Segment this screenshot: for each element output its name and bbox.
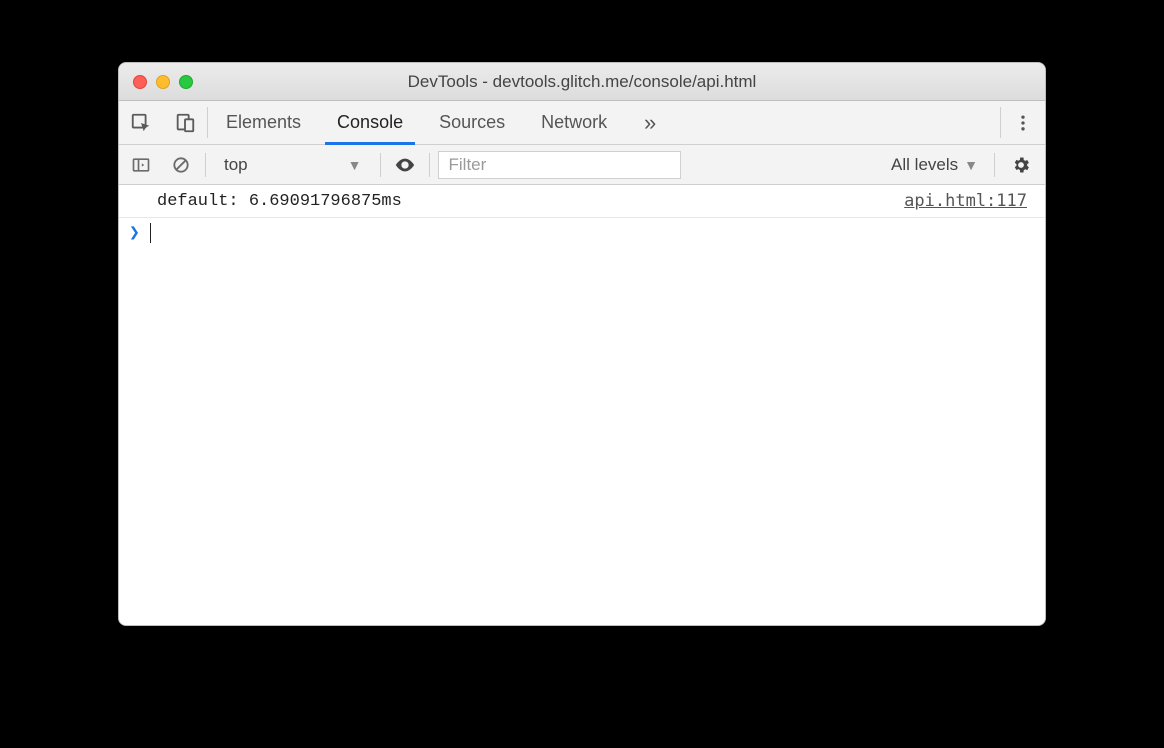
tab-sources[interactable]: Sources <box>421 101 523 144</box>
console-prompt[interactable]: ❯ <box>119 218 1045 247</box>
minimize-window-button[interactable] <box>156 75 170 89</box>
tabs-overflow-button[interactable]: » <box>625 101 675 144</box>
filterbar-divider <box>994 153 995 177</box>
log-message: default: 6.69091796875ms <box>157 192 402 211</box>
filterbar-divider <box>205 153 206 177</box>
device-toolbar-icon[interactable] <box>163 101 207 144</box>
tab-network[interactable]: Network <box>523 101 625 144</box>
text-cursor <box>150 223 152 243</box>
console-filterbar: top ▼ All levels ▼ <box>119 145 1045 185</box>
chevron-down-icon: ▼ <box>348 157 362 173</box>
log-source-link[interactable]: api.html:117 <box>904 191 1027 211</box>
tab-label: Console <box>337 112 403 133</box>
tab-label: Network <box>541 112 607 133</box>
tab-console[interactable]: Console <box>319 101 421 144</box>
settings-menu-button[interactable] <box>1001 101 1045 144</box>
maximize-window-button[interactable] <box>179 75 193 89</box>
prompt-chevron-icon: ❯ <box>129 222 140 243</box>
console-log-row[interactable]: default: 6.69091796875ms api.html:117 <box>119 185 1045 218</box>
console-log-area[interactable]: default: 6.69091796875ms api.html:117 ❯ <box>119 185 1045 625</box>
chevron-down-icon: ▼ <box>964 157 978 173</box>
tab-label: Sources <box>439 112 505 133</box>
console-filter-input[interactable] <box>438 151 681 179</box>
console-sidebar-toggle-icon[interactable] <box>125 149 157 181</box>
window-controls <box>133 75 193 89</box>
live-expression-icon[interactable] <box>389 154 421 176</box>
tab-elements[interactable]: Elements <box>208 101 319 144</box>
clear-console-icon[interactable] <box>165 149 197 181</box>
context-value: top <box>224 155 248 175</box>
close-window-button[interactable] <box>133 75 147 89</box>
inspect-element-icon[interactable] <box>119 101 163 144</box>
console-settings-icon[interactable] <box>1003 155 1039 175</box>
devtools-window: DevTools - devtools.glitch.me/console/ap… <box>118 62 1046 626</box>
titlebar: DevTools - devtools.glitch.me/console/ap… <box>119 63 1045 101</box>
levels-label: All levels <box>891 155 958 175</box>
filterbar-divider <box>429 153 430 177</box>
tab-label: Elements <box>226 112 301 133</box>
execution-context-select[interactable]: top ▼ <box>214 155 372 175</box>
window-title: DevTools - devtools.glitch.me/console/ap… <box>119 72 1045 92</box>
filterbar-divider <box>380 153 381 177</box>
panel-tabs: Elements Console Sources Network » <box>208 101 1000 144</box>
overflow-glyph: » <box>644 110 656 136</box>
devtools-toolbar: Elements Console Sources Network » <box>119 101 1045 145</box>
log-levels-select[interactable]: All levels ▼ <box>883 155 986 175</box>
